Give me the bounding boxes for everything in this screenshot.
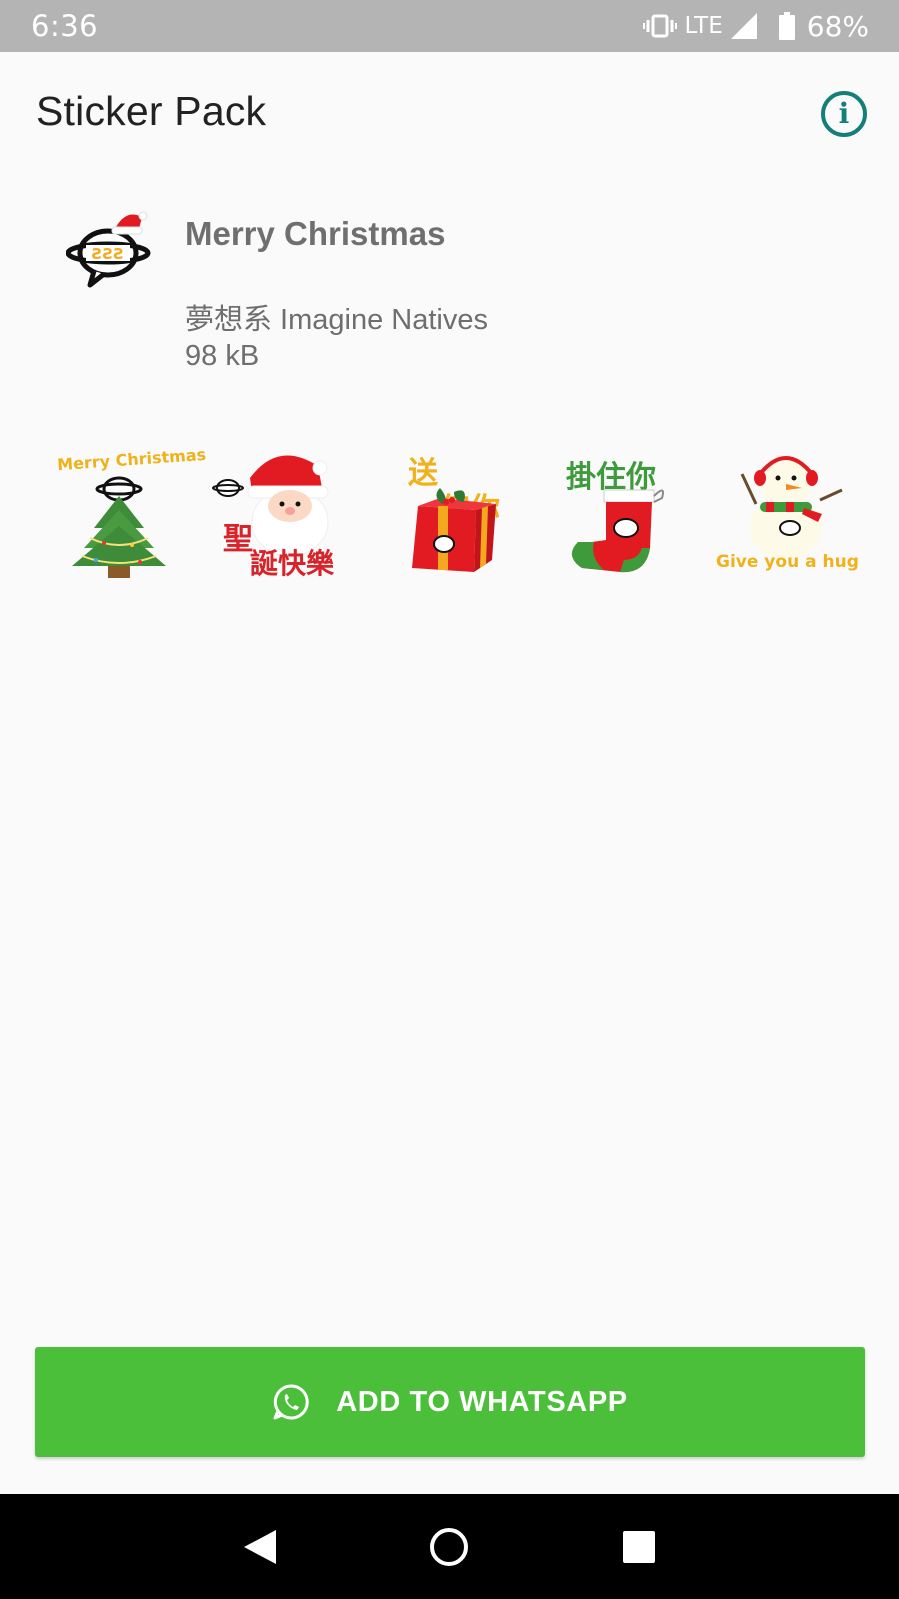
info-button[interactable]: i: [821, 91, 867, 137]
sticker-caption: Give you a hug: [716, 552, 859, 572]
stocking-icon: [571, 489, 664, 573]
status-time: 6:36: [31, 9, 99, 43]
add-button-label: ADD TO WHATSAPP: [336, 1385, 628, 1418]
recents-icon: [623, 1530, 656, 1563]
home-button[interactable]: [424, 1522, 474, 1572]
battery-icon: [778, 12, 795, 40]
signal-icon: [730, 13, 757, 39]
snowman-icon: [740, 456, 843, 560]
santa-sticker[interactable]: 聖 誕快樂: [212, 448, 384, 594]
tree-icon: [72, 476, 166, 578]
gift-sticker[interactable]: 送 俾你: [384, 448, 550, 594]
stocking-sticker[interactable]: 掛住你: [550, 448, 716, 594]
sticker-caption-line2: 誕快樂: [250, 547, 335, 580]
navigation-bar: [0, 1494, 899, 1599]
gift-icon: [412, 488, 496, 572]
add-to-whatsapp-button[interactable]: ADD TO WHATSAPP: [35, 1347, 865, 1457]
info-icon: i: [838, 97, 850, 130]
back-button[interactable]: [235, 1522, 285, 1572]
christmas-tree-sticker[interactable]: Merry Christmas: [52, 445, 218, 594]
svg-text:ƧƧƧ: ƧƧƧ: [92, 245, 124, 263]
snowman-sticker[interactable]: Give you a hug: [716, 448, 882, 594]
recents-button[interactable]: [614, 1522, 664, 1572]
network-type: LTE: [684, 13, 723, 39]
status-bar: 6:36 LTE 68%: [0, 0, 899, 52]
tray-icon: ƧƧƧ: [66, 211, 151, 288]
back-icon: [243, 1529, 276, 1564]
whatsapp-icon: [273, 1384, 309, 1420]
status-icons: LTE 68%: [642, 9, 869, 43]
home-icon: [430, 1527, 469, 1566]
battery-level: 68%: [806, 9, 869, 43]
page-title: Sticker Pack: [36, 88, 267, 134]
pack-size: 98 kB: [185, 340, 260, 372]
sticker-grid: Merry Christmas 聖 誕快樂 送 掛住你 Give you a h…: [52, 445, 882, 594]
vibrate-icon: [642, 14, 677, 38]
sticker-caption-line1: 聖: [223, 522, 253, 557]
pack-publisher: 夢想系 Imagine Natives: [185, 304, 488, 336]
pack-name: Merry Christmas: [185, 215, 446, 252]
